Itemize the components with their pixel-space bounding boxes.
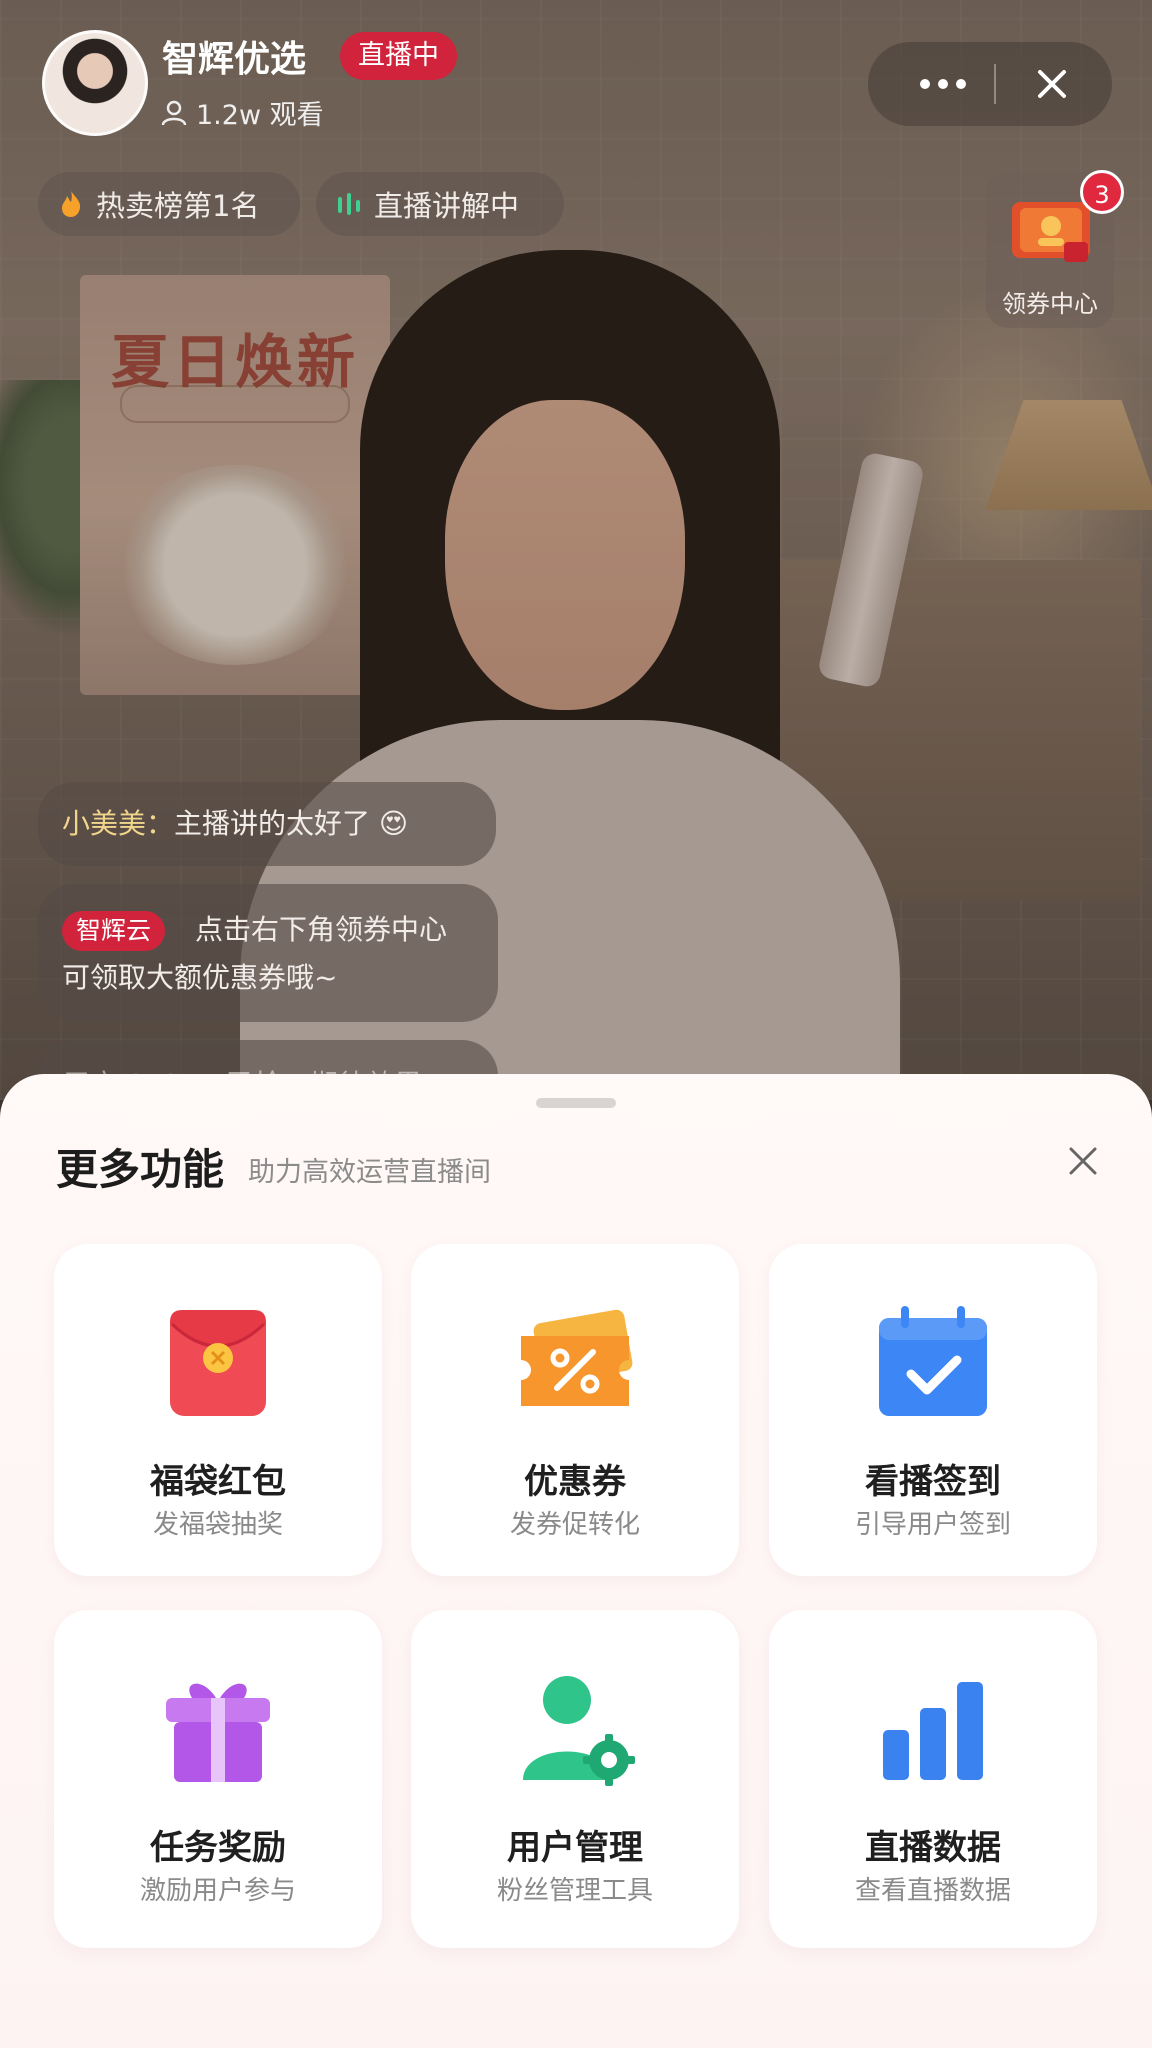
explaining-chip[interactable]: 直播讲解中 (316, 172, 564, 236)
feature-desc: 发福袋抽奖 (152, 1510, 283, 1540)
feature-desc: 引导用户签到 (854, 1510, 1011, 1540)
flame-icon (62, 191, 81, 217)
viewer-count: 1.2w 观看 (160, 93, 324, 132)
coupon-center-label: 领券中心 (1002, 290, 1098, 318)
hot-rank-label: 热卖榜第1名 (96, 189, 260, 223)
close-live-icon[interactable] (1028, 60, 1076, 108)
close-sheet-icon[interactable] (1064, 1142, 1102, 1180)
host-name[interactable]: 智辉优选 (162, 30, 306, 82)
feature-name: 任务奖励 (150, 1828, 286, 1868)
chat-text: 主播讲的太好了 😍 (174, 807, 409, 840)
feature-desc: 激励用户参与 (139, 1876, 296, 1906)
chat-text-line1: 点击右下角领券中心 (195, 913, 448, 946)
more-options-icon[interactable] (908, 60, 978, 108)
sheet-drag-handle[interactable] (536, 1098, 616, 1108)
calendar-check-icon (879, 1306, 987, 1416)
top-controls (868, 42, 1112, 126)
control-divider (994, 64, 996, 104)
red-envelope-icon (170, 1310, 266, 1416)
feature-desc: 粉丝管理工具 (496, 1876, 653, 1906)
host-avatar[interactable] (42, 30, 148, 136)
hot-rank-chip[interactable]: 热卖榜第1名 (38, 172, 300, 236)
feature-task-reward[interactable]: 任务奖励 激励用户参与 (54, 1610, 382, 1948)
sound-wave-icon (338, 193, 360, 215)
explaining-label: 直播讲解中 (374, 189, 520, 223)
brand-tag: 智辉云 (62, 911, 166, 951)
feature-user-management[interactable]: 用户管理 粉丝管理工具 (411, 1610, 739, 1948)
feature-lucky-bag[interactable]: 福袋红包 发福袋抽奖 (54, 1244, 382, 1576)
feature-live-data[interactable]: 直播数据 查看直播数据 (769, 1610, 1097, 1948)
chat-message: 小美美：主播讲的太好了 😍 (38, 782, 496, 866)
sheet-title: 更多功能 (56, 1145, 225, 1194)
viewer-count-text: 1.2w 观看 (196, 100, 324, 131)
coupon-count-badge: 3 (1080, 170, 1124, 214)
chat-username: 小美美： (62, 807, 175, 840)
coupon-icon (521, 1309, 633, 1406)
bar-chart-icon (883, 1682, 983, 1780)
feature-name: 直播数据 (865, 1828, 1001, 1868)
person-icon (161, 100, 187, 125)
user-settings-icon (523, 1676, 635, 1786)
feature-name: 优惠券 (524, 1462, 626, 1502)
feature-name: 看播签到 (865, 1462, 1001, 1502)
gift-icon (166, 1683, 270, 1782)
feature-name: 福袋红包 (150, 1462, 286, 1502)
feature-check-in[interactable]: 看播签到 引导用户签到 (769, 1244, 1097, 1576)
chat-message-system: 智辉云 点击右下角领券中心 可领取大额优惠券哦~ (38, 884, 498, 1022)
live-status-badge: 直播中 (340, 32, 457, 80)
chat-text-line2: 可领取大额优惠券哦~ (62, 961, 338, 994)
feature-desc: 发券促转化 (509, 1510, 640, 1540)
feature-desc: 查看直播数据 (854, 1876, 1011, 1906)
sheet-subtitle: 助力高效运营直播间 (248, 1157, 491, 1188)
feature-name: 用户管理 (507, 1828, 643, 1868)
coupon-ticket-icon (1012, 202, 1090, 262)
feature-coupon[interactable]: 优惠券 发券促转化 (411, 1244, 739, 1576)
